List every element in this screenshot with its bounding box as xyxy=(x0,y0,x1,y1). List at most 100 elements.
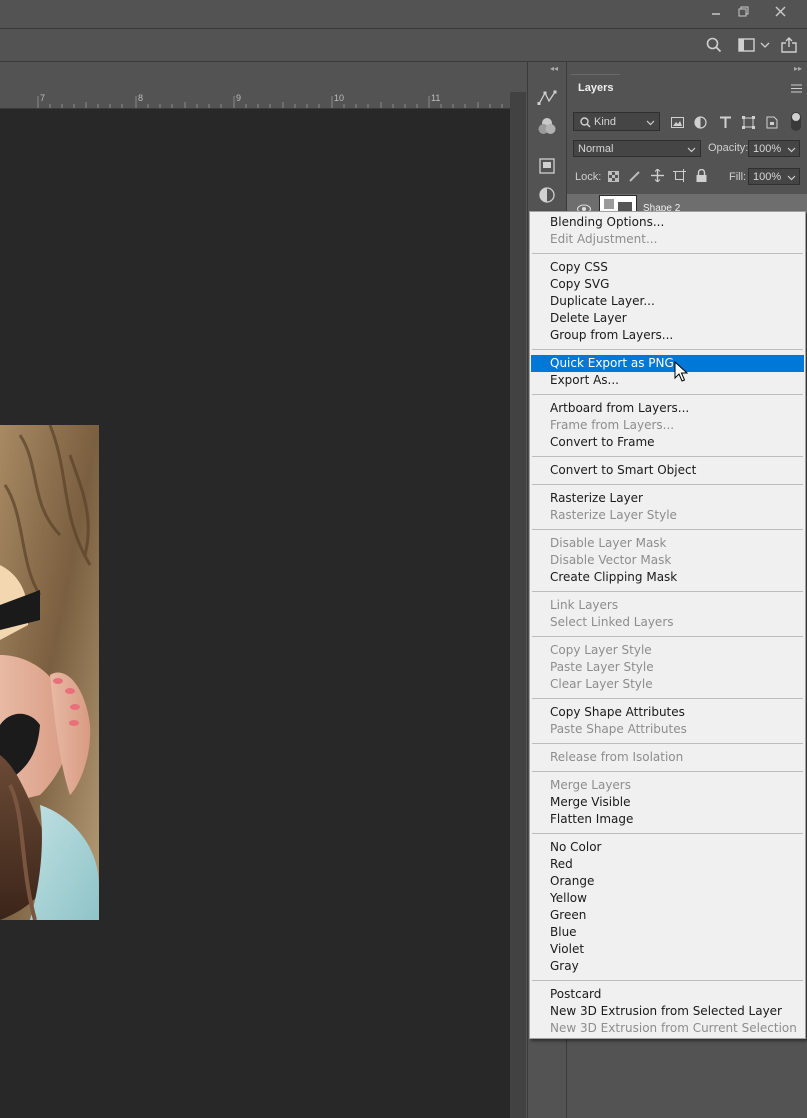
menu-item-postcard[interactable]: Postcard xyxy=(531,986,804,1003)
chevron-down-icon xyxy=(787,175,796,181)
menu-item-select-linked-layers: Select Linked Layers xyxy=(550,615,674,629)
menu-item-merge-visible[interactable]: Merge Visible xyxy=(531,794,804,811)
menu-item-paste-shape-attributes: Paste Shape Attributes xyxy=(550,722,687,736)
menu-item-rasterize-layer[interactable]: Rasterize Layer xyxy=(531,490,804,507)
menu-item-flatten-image[interactable]: Flatten Image xyxy=(531,811,804,828)
menu-item-yellow[interactable]: Yellow xyxy=(531,890,804,907)
menu-item-red[interactable]: Red xyxy=(531,856,804,873)
search-icon xyxy=(706,37,722,53)
menu-item-convert-to-smart-object[interactable]: Convert to Smart Object xyxy=(531,462,804,479)
layer-context-menu: Blending Options... Edit Adjustment... Cop… xyxy=(529,211,806,1039)
menu-item-artboard-from-layers[interactable]: Artboard from Layers... xyxy=(531,400,804,417)
menu-separator xyxy=(532,484,803,485)
lock-transparent-icon[interactable] xyxy=(608,171,619,182)
menu-item-clear-layer-style: Clear Layer Style xyxy=(550,677,653,691)
document-tab-strip xyxy=(0,62,526,92)
expand-icon[interactable]: ▸▸ xyxy=(794,64,802,73)
opacity-field[interactable]: 100% xyxy=(748,140,800,157)
ruler-tick-label: 9 xyxy=(236,93,242,103)
menu-separator xyxy=(532,591,803,592)
menu-separator xyxy=(532,698,803,699)
menu-item-copy-shape-attributes[interactable]: Copy Shape Attributes xyxy=(531,704,804,721)
menu-item-copy-css[interactable]: Copy CSS xyxy=(531,259,804,276)
menu-item-create-clipping-mask[interactable]: Create Clipping Mask xyxy=(531,569,804,586)
menu-item-export-as[interactable]: Export As... xyxy=(531,372,804,389)
lock-all-icon[interactable] xyxy=(696,169,707,182)
filter-shape-button[interactable] xyxy=(741,115,755,129)
menu-item-link-layers: Link Layers xyxy=(550,598,619,612)
smart-object-icon xyxy=(766,116,778,128)
menu-item-quick-export-as-png[interactable]: Quick Export as PNG xyxy=(531,355,804,372)
filter-pixel-button[interactable] xyxy=(670,115,684,129)
menu-item-violet[interactable]: Violet xyxy=(531,941,804,958)
properties-icon xyxy=(539,158,555,174)
blend-mode-select[interactable]: Normal xyxy=(573,140,701,157)
menu-item-orange[interactable]: Orange xyxy=(531,873,804,890)
menu-item-no-color[interactable]: No Color xyxy=(531,839,804,856)
menu-item-paste-layer-style: Paste Layer Style xyxy=(550,660,654,674)
options-bar xyxy=(0,29,807,62)
menu-separator xyxy=(532,394,803,395)
document-area: 7 8 9 10 11 xyxy=(0,62,526,1118)
properties-panel-button[interactable] xyxy=(537,156,557,176)
lock-position-icon[interactable] xyxy=(651,169,664,182)
panel-menu-button[interactable] xyxy=(791,82,802,96)
restore-icon xyxy=(738,6,748,16)
filter-kind-label: Kind xyxy=(594,116,617,128)
menu-item-copy-layer-style: Copy Layer Style xyxy=(550,643,652,657)
channels-panel-button[interactable] xyxy=(537,116,557,136)
menu-item-new-3d-extrusion-from-selected-layer[interactable]: New 3D Extrusion from Selected Layer xyxy=(531,1003,804,1020)
menu-item-merge-layers: Merge Layers xyxy=(550,778,631,792)
menu-item-duplicate-layer[interactable]: Duplicate Layer... xyxy=(531,293,804,310)
menu-item-copy-svg[interactable]: Copy SVG xyxy=(531,276,804,293)
chevron-down-icon xyxy=(646,120,655,126)
menu-item-convert-to-frame[interactable]: Convert to Frame xyxy=(531,434,804,451)
opacity-label: Opacity: xyxy=(708,142,749,154)
ruler-tick-label: 10 xyxy=(334,93,345,103)
restore-button[interactable] xyxy=(727,0,759,22)
ruler-tick-label: 7 xyxy=(40,93,46,103)
menu-separator xyxy=(532,456,803,457)
lock-artboard-icon[interactable] xyxy=(673,169,686,182)
menu-item-green[interactable]: Green xyxy=(531,907,804,924)
hamburger-menu-icon xyxy=(791,84,802,93)
filter-smartobject-button[interactable] xyxy=(765,115,779,129)
canvas[interactable] xyxy=(0,109,510,1118)
share-button[interactable] xyxy=(779,33,799,57)
lock-pixels-icon[interactable] xyxy=(629,170,641,182)
menu-item-disable-layer-mask: Disable Layer Mask xyxy=(550,536,667,550)
chevron-down-icon xyxy=(760,42,770,48)
channels-icon xyxy=(538,118,556,134)
close-icon xyxy=(774,5,786,17)
fill-field[interactable]: 100% xyxy=(748,168,800,185)
menu-item-group-from-layers[interactable]: Group from Layers... xyxy=(531,327,804,344)
workspace-button[interactable] xyxy=(734,33,774,57)
menu-item-delete-layer[interactable]: Delete Layer xyxy=(531,310,804,327)
menu-item-gray[interactable]: Gray xyxy=(531,958,804,975)
mouse-cursor-icon xyxy=(674,361,688,382)
search-button[interactable] xyxy=(704,33,724,57)
menu-separator xyxy=(532,529,803,530)
fill-label: Fill: xyxy=(729,171,747,183)
vertical-scrollbar[interactable] xyxy=(510,92,526,1118)
filter-type-button[interactable] xyxy=(718,115,732,129)
tab-layers[interactable]: Layers xyxy=(571,74,621,101)
menu-item-blue[interactable]: Blue xyxy=(531,924,804,941)
lock-label: Lock: xyxy=(575,171,602,183)
paths-panel-button[interactable] xyxy=(537,88,557,108)
adjustments-panel-button[interactable] xyxy=(537,185,557,205)
filter-adjustment-button[interactable] xyxy=(693,115,707,129)
adjustment-icon xyxy=(693,115,707,129)
menu-item-blending-options[interactable]: Blending Options... xyxy=(531,214,804,231)
canvas-photo[interactable] xyxy=(0,425,99,920)
menu-separator xyxy=(532,253,803,254)
ruler-tick-label: 8 xyxy=(138,93,144,103)
photo-image xyxy=(0,425,99,920)
filter-toggle[interactable] xyxy=(791,112,801,131)
menu-item-frame-from-layers: Frame from Layers... xyxy=(550,418,675,432)
collapse-icon[interactable]: ◂◂ xyxy=(550,64,558,73)
type-icon xyxy=(719,116,731,128)
close-button[interactable] xyxy=(764,0,796,22)
shape-icon xyxy=(741,115,755,129)
filter-kind-select[interactable]: Kind xyxy=(573,112,660,131)
